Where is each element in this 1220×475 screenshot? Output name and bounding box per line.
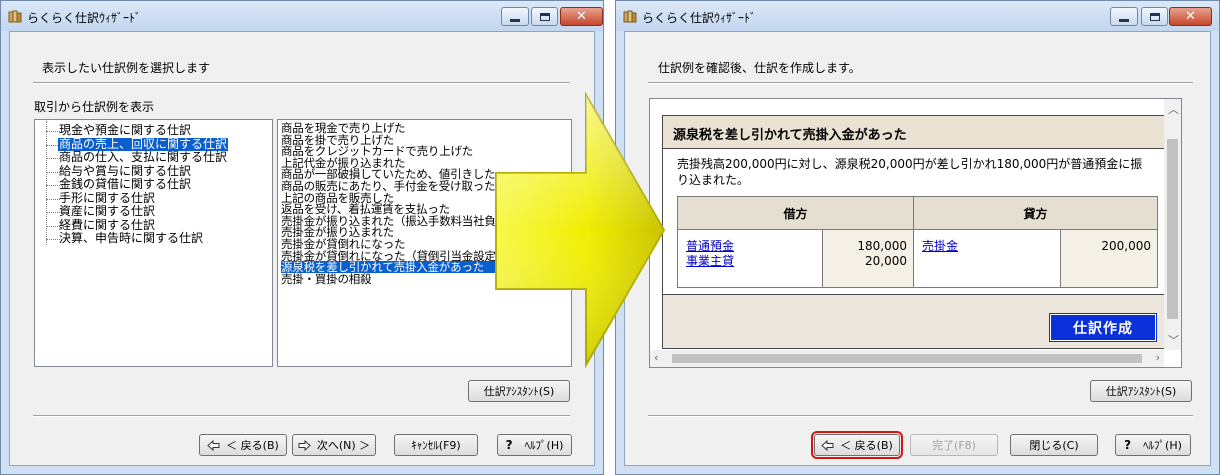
debit-accounts-cell: 普通預金 事業主貸 bbox=[677, 229, 823, 288]
credit-amounts-cell: 200,000 bbox=[1060, 229, 1158, 288]
category-tree[interactable]: 現金や預金に関する仕訳 商品の売上、回収に関する仕訳 商品の仕入、支払に関する仕訳給… bbox=[34, 119, 273, 367]
assistant-button-label: 仕訳ｱｼｽﾀﾝﾄ(S) bbox=[1105, 385, 1177, 398]
app-icon bbox=[8, 10, 22, 23]
page-heading: 表示したい仕訳例を選択します bbox=[42, 61, 211, 75]
debit-amount: 20,000 bbox=[865, 254, 907, 268]
title-bar: らくらく仕訳ｳｨｻﾞｰﾄﾞ ✕ bbox=[616, 1, 1219, 31]
back-arrow-icon bbox=[207, 439, 220, 451]
wizard-window-confirm: らくらく仕訳ｳｨｻﾞｰﾄﾞ ✕ 仕訳例を確認後、仕訳を作成します。 源泉税を差し… bbox=[615, 0, 1220, 475]
transition-arrow-icon bbox=[495, 91, 666, 369]
create-entry-button[interactable]: 仕訳作成 bbox=[1049, 313, 1157, 342]
debit-amount: 180,000 bbox=[857, 239, 907, 253]
close-button[interactable]: ✕ bbox=[560, 7, 603, 26]
close-dialog-button[interactable]: 閉じる(C) bbox=[1010, 434, 1098, 456]
finish-button[interactable]: 完了(F8) bbox=[910, 434, 998, 456]
close-icon: ✕ bbox=[1185, 9, 1196, 24]
help-icon: ? bbox=[1124, 437, 1132, 452]
heading-divider bbox=[648, 82, 1193, 84]
scroll-down-icon[interactable]: ﹀ bbox=[1168, 332, 1179, 348]
back-arrow-icon bbox=[821, 439, 834, 451]
assistant-button-label: 仕訳ｱｼｽﾀﾝﾄ(S) bbox=[483, 385, 555, 398]
tree-item-label: 決算、申告時に関する仕訳 bbox=[59, 231, 204, 245]
cancel-button[interactable]: ｷｬﾝｾﾙ(F9) bbox=[394, 434, 478, 456]
help-button-label: ﾍﾙﾌﾟ(H) bbox=[524, 439, 564, 452]
maximize-icon bbox=[539, 12, 550, 21]
minimize-button[interactable] bbox=[1110, 7, 1138, 26]
scroll-thumb-vertical[interactable] bbox=[1167, 139, 1178, 319]
debit-account-link[interactable]: 普通預金 bbox=[686, 239, 816, 254]
debit-header: 借方 bbox=[677, 196, 914, 230]
help-button[interactable]: ? ﾍﾙﾌﾟ(H) bbox=[497, 434, 572, 456]
credit-amount: 200,000 bbox=[1101, 239, 1151, 253]
scroll-thumb-horizontal[interactable] bbox=[672, 354, 1142, 363]
assistant-button[interactable]: 仕訳ｱｼｽﾀﾝﾄ(S) bbox=[1090, 380, 1192, 402]
debit-amounts-cell: 180,000 20,000 bbox=[822, 229, 914, 288]
help-button-label: ﾍﾙﾌﾟ(H) bbox=[1143, 439, 1182, 452]
maximize-button[interactable] bbox=[1141, 7, 1168, 26]
window-title: らくらく仕訳ｳｨｻﾞｰﾄﾞ bbox=[27, 11, 142, 25]
close-button[interactable]: ✕ bbox=[1169, 7, 1212, 26]
back-button[interactable]: ＜ 戻る(B) bbox=[811, 431, 903, 459]
close-dialog-button-label: 閉じる(C) bbox=[1029, 439, 1079, 452]
credit-accounts-cell: 売掛金 bbox=[913, 229, 1061, 288]
scroll-up-icon[interactable]: ︿ bbox=[1168, 101, 1179, 117]
back-button-label: ＜ 戻る(B) bbox=[840, 439, 893, 452]
tree-item-label: 給与や賞与に関する仕訳 bbox=[59, 163, 192, 178]
example-body: 売掛残高200,000円に対し、源泉税20,000円が差し引かれ180,000円… bbox=[663, 149, 1164, 295]
page-heading: 仕訳例を確認後、仕訳を作成します。 bbox=[658, 61, 861, 75]
example-description: 売掛残高200,000円に対し、源泉税20,000円が差し引かれ180,000円… bbox=[677, 157, 1143, 187]
tree-item-label: 現金や預金に関する仕訳 bbox=[59, 123, 192, 137]
tree-item-label: 商品の仕入、支払に関する仕訳 bbox=[59, 150, 228, 164]
title-bar: らくらく仕訳ｳｨｻﾞｰﾄﾞ ✕ bbox=[1, 1, 603, 31]
journal-table: 借方 貸方 普通預金 事業主貸 180,000 20,000 売掛金 200,0… bbox=[677, 196, 1158, 288]
close-icon: ✕ bbox=[576, 9, 587, 24]
maximize-icon bbox=[1149, 12, 1160, 21]
maximize-button[interactable] bbox=[531, 7, 558, 26]
help-icon: ? bbox=[505, 437, 513, 452]
tree-caption: 取引から仕訳例を表示 bbox=[34, 100, 155, 114]
example-title: 源泉税を差し引かれて売掛入金があった bbox=[673, 128, 907, 143]
tree-item-label: 資産に関する仕訳 bbox=[59, 204, 156, 218]
finish-button-label: 完了(F8) bbox=[932, 439, 976, 452]
footer-divider bbox=[648, 415, 1193, 417]
help-button[interactable]: ? ﾍﾙﾌﾟ(H) bbox=[1115, 434, 1191, 456]
next-arrow-icon bbox=[298, 439, 311, 451]
minimize-button[interactable] bbox=[501, 7, 529, 26]
back-button[interactable]: ＜ 戻る(B) bbox=[199, 434, 287, 456]
assistant-button[interactable]: 仕訳ｱｼｽﾀﾝﾄ(S) bbox=[468, 380, 570, 402]
cancel-button-label: ｷｬﾝｾﾙ(F9) bbox=[411, 439, 461, 452]
back-button-label: ＜ 戻る(B) bbox=[226, 439, 279, 452]
heading-divider bbox=[33, 82, 570, 84]
tree-item-label: 商品の売上、回収に関する仕訳 bbox=[58, 136, 229, 151]
scroll-right-icon[interactable]: › bbox=[1156, 351, 1160, 364]
tree-item-label: 経費に関する仕訳 bbox=[59, 217, 156, 232]
vertical-scrollbar[interactable]: ︿ ﹀ bbox=[1164, 99, 1181, 350]
horizontal-scrollbar[interactable]: ‹ › bbox=[650, 350, 1164, 367]
minimize-icon bbox=[510, 18, 520, 22]
tree-item-label: 手形に関する仕訳 bbox=[59, 190, 156, 205]
app-icon bbox=[623, 10, 637, 23]
window-title: らくらく仕訳ｳｨｻﾞｰﾄﾞ bbox=[642, 11, 757, 25]
next-button[interactable]: 次へ(N) ＞ bbox=[292, 434, 376, 456]
tree-item-label: 金銭の貸借に関する仕訳 bbox=[59, 177, 192, 191]
credit-header: 貸方 bbox=[913, 196, 1158, 230]
wizard-client-area: 仕訳例を確認後、仕訳を作成します。 源泉税を差し引かれて売掛入金があった 売掛残… bbox=[624, 31, 1211, 466]
debit-account-link[interactable]: 事業主貸 bbox=[686, 254, 816, 269]
example-card: 源泉税を差し引かれて売掛入金があった 売掛残高200,000円に対し、源泉税20… bbox=[662, 115, 1165, 349]
example-title-bar: 源泉税を差し引かれて売掛入金があった bbox=[663, 116, 1164, 149]
list-item[interactable]: 売掛・買掛の相殺 bbox=[281, 273, 372, 285]
example-preview: 源泉税を差し引かれて売掛入金があった 売掛残高200,000円に対し、源泉税20… bbox=[649, 98, 1182, 368]
next-button-label: 次へ(N) ＞ bbox=[316, 439, 371, 452]
minimize-icon bbox=[1119, 18, 1129, 22]
footer-divider bbox=[33, 415, 570, 417]
credit-account-link[interactable]: 売掛金 bbox=[922, 239, 1054, 254]
